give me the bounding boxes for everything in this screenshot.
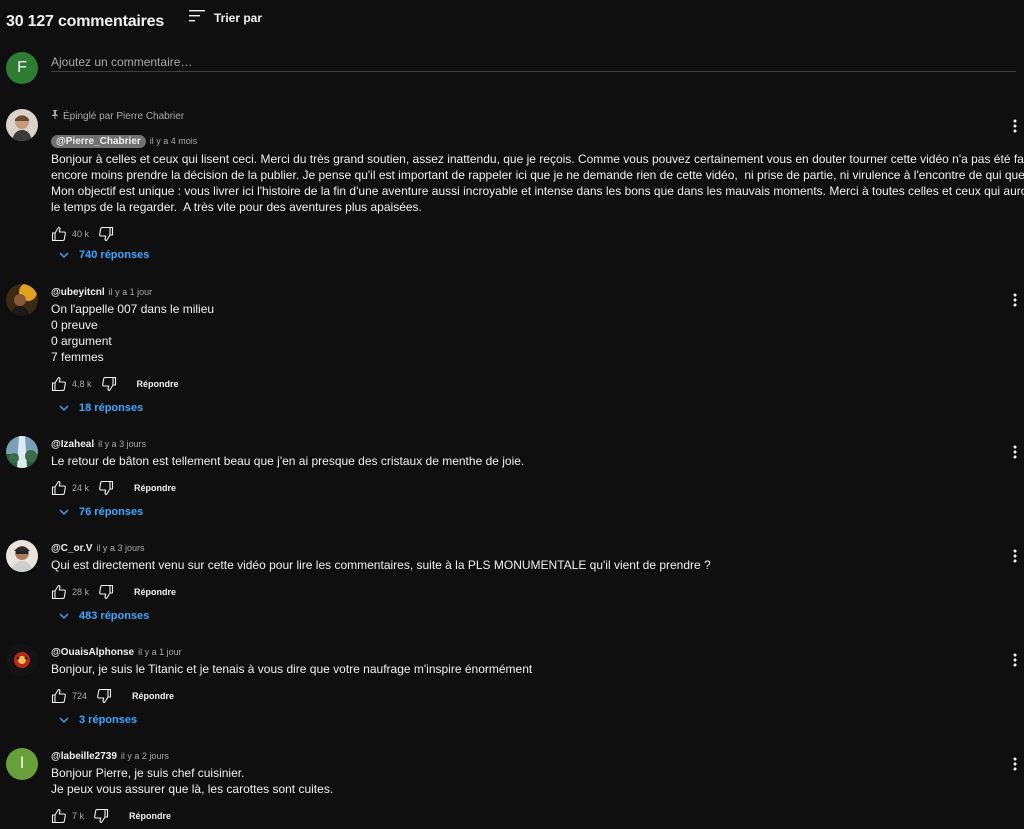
- comment-author[interactable]: @labeille2739: [51, 751, 117, 762]
- user-avatar[interactable]: F: [6, 52, 38, 84]
- comment-text-line: Mon objectif est unique : vous livrer ic…: [51, 184, 1024, 198]
- comment-time[interactable]: il y a 2 jours: [121, 751, 169, 761]
- replies-toggle[interactable]: 740 réponses: [59, 249, 149, 261]
- replies-label: 3 réponses: [79, 714, 138, 726]
- add-comment-row: F: [6, 52, 1016, 84]
- replies-toggle[interactable]: 76 réponses: [59, 506, 143, 518]
- dislike-icon[interactable]: [98, 584, 114, 600]
- avatar[interactable]: [6, 436, 38, 468]
- comment-text: Qui est directement venu sur cette vidéo…: [51, 557, 991, 573]
- comment-text: Bonjour, je suis le Titanic et je tenais…: [51, 661, 991, 677]
- comment-author[interactable]: @C_or.V: [51, 543, 92, 554]
- avatar[interactable]: [6, 540, 38, 572]
- comment-text-line: 0 argument: [51, 334, 112, 348]
- comment-author[interactable]: @OuaisAlphonse: [51, 647, 134, 658]
- reply-button[interactable]: Répondre: [137, 379, 179, 389]
- like-count: 24 k: [72, 483, 90, 493]
- comment-text: Bonjour Pierre, je suis chef cuisinier. …: [51, 765, 991, 797]
- like-icon[interactable]: [51, 376, 67, 392]
- avatar[interactable]: [6, 109, 38, 141]
- reply-button[interactable]: Répondre: [134, 483, 176, 493]
- avatar[interactable]: l: [6, 748, 38, 780]
- like-count: 40 k: [72, 229, 90, 239]
- add-comment-input[interactable]: [51, 52, 1016, 72]
- sort-label: Trier par: [214, 11, 263, 25]
- comment-author[interactable]: @ubeyitcnl: [51, 287, 105, 298]
- chevron-down-icon: [59, 249, 69, 261]
- dislike-icon[interactable]: [98, 226, 114, 242]
- avatar-letter: l: [20, 755, 24, 772]
- comment-author[interactable]: @Pierre_Chabrier: [51, 134, 146, 148]
- replies-label: 483 réponses: [79, 610, 150, 622]
- pinned-label: Épinglé par Pierre Chabrier: [51, 109, 991, 123]
- comments-header: 30 127 commentaires: [6, 10, 164, 34]
- avatar[interactable]: [6, 284, 38, 316]
- pinned-text: Épinglé par Pierre Chabrier: [63, 110, 185, 122]
- like-count: 4,8 k: [72, 379, 92, 389]
- comment-time[interactable]: il y a 3 jours: [96, 543, 144, 553]
- like-count: 28 k: [72, 587, 90, 597]
- comment-time[interactable]: il y a 4 mois: [150, 136, 198, 146]
- dislike-icon[interactable]: [93, 808, 109, 824]
- chevron-down-icon: [59, 402, 69, 414]
- comment-text-line: Bonjour, je suis le Titanic et je tenais…: [51, 662, 533, 676]
- dislike-icon[interactable]: [101, 376, 117, 392]
- replies-label: 740 réponses: [79, 249, 150, 261]
- chevron-down-icon: [59, 506, 69, 518]
- comment-menu-button[interactable]: [1013, 445, 1017, 459]
- reply-button[interactable]: Répondre: [134, 587, 176, 597]
- comment-text: Le retour de bâton est tellement beau qu…: [51, 453, 991, 469]
- replies-toggle[interactable]: 3 réponses: [59, 714, 137, 726]
- comment-author[interactable]: @Izaheal: [51, 439, 94, 450]
- sort-icon: [189, 9, 205, 27]
- like-count: 724: [72, 691, 88, 701]
- replies-label: 76 réponses: [79, 506, 144, 518]
- comment-text: Bonjour à celles et ceux qui lisent ceci…: [51, 151, 1024, 215]
- reply-button[interactable]: Répondre: [129, 811, 171, 821]
- like-icon[interactable]: [51, 808, 67, 824]
- comment-text: On l'appelle 007 dans le milieu 0 preuve…: [51, 301, 991, 365]
- comment-menu-button[interactable]: [1013, 757, 1017, 771]
- comment-text-line: Je peux vous assurer que là, les carotte…: [51, 782, 334, 796]
- comment-count: 30 127 commentaires: [6, 13, 165, 30]
- comment-menu-button[interactable]: [1013, 549, 1017, 563]
- comment-time[interactable]: il y a 3 jours: [98, 439, 146, 449]
- like-count: 7 k: [72, 811, 85, 821]
- comment-text-line: On l'appelle 007 dans le milieu: [51, 302, 215, 316]
- comment-text-line: 0 preuve: [51, 318, 98, 332]
- like-icon[interactable]: [51, 584, 67, 600]
- comment-text-line: encore moins prendre la décision de la p…: [51, 168, 1024, 182]
- comment-menu-button[interactable]: [1013, 119, 1017, 133]
- comment-menu-button[interactable]: [1013, 653, 1017, 667]
- comment-text-line: Le retour de bâton est tellement beau qu…: [51, 454, 525, 468]
- like-icon[interactable]: [51, 480, 67, 496]
- comment-time[interactable]: il y a 1 jour: [138, 647, 182, 657]
- pin-icon: [51, 110, 59, 122]
- replies-label: 18 réponses: [79, 402, 144, 414]
- comment-text-line: le temps de la regarder. A très vite pou…: [51, 200, 422, 214]
- dislike-icon[interactable]: [98, 480, 114, 496]
- chevron-down-icon: [59, 610, 69, 622]
- like-icon[interactable]: [51, 688, 67, 704]
- comment-text-line: Bonjour à celles et ceux qui lisent ceci…: [51, 152, 1024, 166]
- comment-time[interactable]: il y a 1 jour: [109, 287, 153, 297]
- avatar[interactable]: [6, 644, 38, 676]
- comment-text-line: Qui est directement venu sur cette vidéo…: [51, 558, 711, 572]
- reply-button[interactable]: Répondre: [132, 691, 174, 701]
- like-icon[interactable]: [51, 226, 67, 242]
- comment-menu-button[interactable]: [1013, 293, 1017, 307]
- replies-toggle[interactable]: 18 réponses: [59, 402, 143, 414]
- comment-text-line: Bonjour Pierre, je suis chef cuisinier.: [51, 766, 245, 780]
- comment-text-line: 7 femmes: [51, 350, 104, 364]
- chevron-down-icon: [59, 714, 69, 726]
- dislike-icon[interactable]: [96, 688, 112, 704]
- replies-toggle[interactable]: 483 réponses: [59, 610, 149, 622]
- sort-button[interactable]: Trier par: [189, 9, 262, 27]
